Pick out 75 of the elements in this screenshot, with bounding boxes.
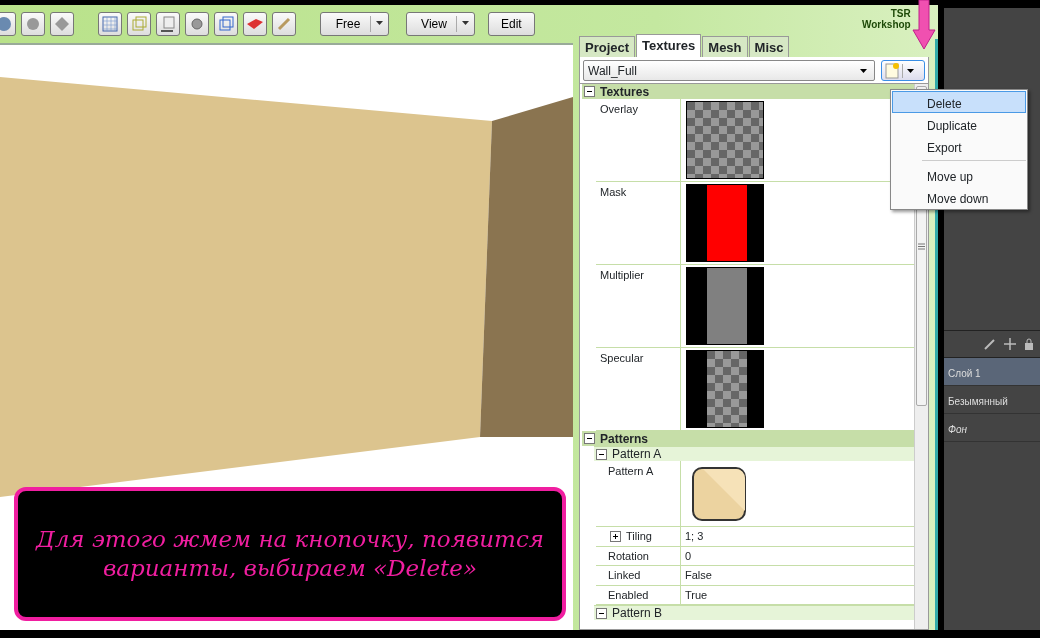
property-label: Multiplier — [600, 269, 644, 281]
pattern-preview[interactable] — [691, 466, 749, 524]
property-value[interactable]: True — [685, 588, 708, 601]
new-texture-button[interactable] — [881, 60, 925, 81]
edit-button[interactable]: Edit — [488, 11, 535, 36]
property-label: Specular — [600, 352, 644, 364]
tab[interactable]: Misc — [748, 35, 790, 57]
bone-icon — [276, 15, 292, 32]
category-title: Textures — [600, 84, 650, 101]
texture-preview[interactable] — [686, 101, 764, 179]
tab[interactable]: Textures — [636, 33, 702, 57]
menu-item[interactable]: Move up — [892, 164, 1026, 186]
property-value[interactable]: 1; 3 — [685, 530, 704, 542]
mode-dropdown[interactable]: View — [406, 11, 475, 36]
collapse-toggle[interactable] — [584, 433, 595, 444]
property-value[interactable]: False — [685, 569, 712, 581]
menu-item[interactable]: Export — [892, 135, 1026, 157]
texture-preview[interactable] — [686, 267, 764, 345]
expand-toggle[interactable] — [610, 530, 621, 542]
pointer-arrow — [912, 0, 936, 50]
collapse-toggle[interactable] — [596, 607, 607, 619]
property-label: Mask — [600, 186, 627, 198]
toolbar-button[interactable] — [243, 11, 267, 36]
toolbar-button[interactable] — [214, 11, 238, 36]
diamond-icon — [54, 15, 70, 32]
toolbar-button[interactable] — [185, 11, 209, 36]
move-icon — [1004, 338, 1016, 350]
caret-icon — [462, 21, 469, 26]
toolbar-button[interactable] — [272, 11, 296, 36]
circle-icon — [25, 15, 41, 32]
caret-icon — [859, 67, 868, 74]
cube-icon — [218, 15, 234, 32]
property-label: Tiling — [626, 529, 652, 544]
caret-icon — [376, 21, 383, 26]
property-label: Overlay — [600, 103, 638, 115]
group-title: Pattern B — [612, 605, 663, 622]
mode-dropdown[interactable]: Free — [320, 11, 389, 36]
toolbar-button[interactable] — [21, 11, 45, 36]
toolbar-button[interactable] — [156, 11, 180, 36]
category-title: Patterns — [600, 430, 649, 448]
toolbar-button[interactable] — [127, 11, 151, 36]
toolbar-button[interactable] — [50, 11, 74, 36]
tab[interactable]: Mesh — [702, 35, 748, 57]
toolbar-button[interactable] — [98, 11, 122, 36]
layer-row[interactable]: Фон — [944, 414, 1040, 442]
screen-icon — [160, 15, 176, 32]
cube-icon — [131, 15, 147, 32]
property-label: Rotation — [608, 549, 649, 562]
texture-dropdown[interactable]: Wall_Full — [583, 60, 875, 81]
3d-viewport[interactable]: Для этого жмем на кнопочку, появится варианты, выбираем «Delete» — [0, 43, 573, 630]
circle-icon — [189, 15, 205, 32]
grip-icon — [918, 242, 925, 250]
texture-preview[interactable] — [686, 350, 764, 428]
logo: TSR Workshop — [862, 8, 911, 30]
property-label: Enabled — [608, 588, 649, 601]
group-title: Pattern A — [612, 446, 662, 463]
collapse-toggle[interactable] — [584, 86, 595, 97]
caption-text: Для этого жмем на кнопочку, появится варианты, выбираем «Delete» — [14, 487, 566, 621]
property-label: Pattern A — [608, 465, 654, 477]
property-label: Linked — [608, 569, 641, 581]
layer-row[interactable]: Слой 1 — [944, 358, 1040, 386]
menu-item[interactable]: Delete — [892, 91, 1026, 113]
layer-row[interactable]: Безымянный — [944, 386, 1040, 414]
texture-preview[interactable] — [686, 184, 764, 262]
grid-icon — [102, 15, 118, 32]
brush-icon — [984, 338, 996, 350]
tab[interactable]: Project — [579, 35, 636, 57]
menu-item[interactable]: Duplicate — [892, 113, 1026, 135]
lock-icon — [1024, 338, 1034, 350]
collapse-toggle[interactable] — [596, 448, 607, 460]
caret-icon — [906, 67, 915, 74]
property-value[interactable]: 0 — [685, 549, 692, 562]
document-icon — [885, 62, 899, 79]
menu-item[interactable]: Move down — [892, 186, 1026, 208]
slab-icon — [247, 18, 263, 29]
